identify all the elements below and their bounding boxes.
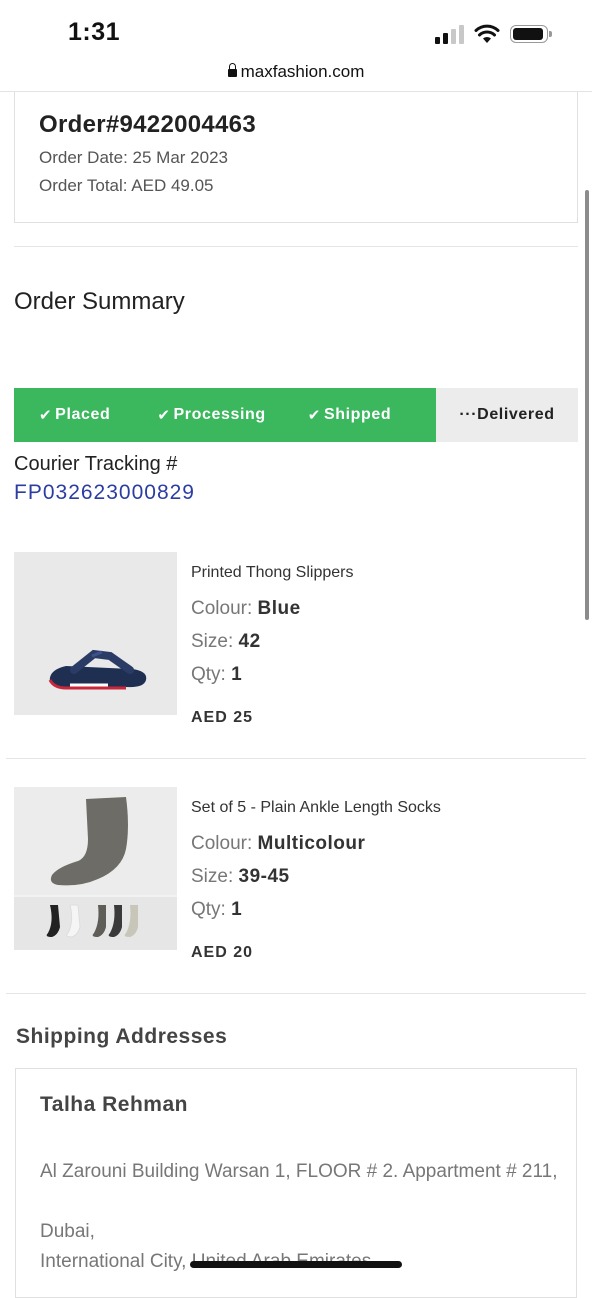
product-image-slippers[interactable] [14, 552, 177, 715]
home-indicator[interactable] [190, 1261, 402, 1268]
status-bar: 1:31 [0, 0, 592, 62]
step-placed: ✔ Placed [39, 406, 111, 424]
step-shipped: ✔ Shipped [307, 406, 392, 424]
product-size: Size: 39-45 [191, 866, 290, 887]
recipient-name: Talha Rehman [40, 1093, 188, 1116]
order-card: Order#9422004463 Order Date: 25 Mar 2023… [14, 92, 578, 223]
progress-completed-steps: ✔ Placed ✔ Processing ✔ Shipped [14, 388, 436, 442]
slipper-image [48, 649, 147, 690]
tracking-label: Courier Tracking # [14, 453, 178, 475]
step-processing: ✔ Processing [157, 406, 266, 424]
page-scrollbar[interactable] [585, 190, 589, 620]
product-name[interactable]: Printed Thong Slippers [191, 564, 353, 582]
address-bar[interactable]: maxfashion.com [0, 62, 592, 92]
product-name[interactable]: Set of 5 - Plain Ankle Length Socks [191, 799, 441, 817]
product-qty: Qty: 1 [191, 664, 243, 685]
divider [6, 758, 586, 759]
product-size: Size: 42 [191, 631, 261, 652]
socks-image [14, 787, 177, 950]
check-icon: ✔ [157, 407, 171, 424]
order-date: Order Date: 25 Mar 2023 [39, 148, 228, 167]
status-icons [435, 24, 552, 44]
divider [14, 246, 578, 247]
product-price: AED 25 [191, 709, 254, 726]
address-line-1: Al Zarouni Building Warsan 1, FLOOR # 2.… [40, 1161, 558, 1182]
address-line-2: Dubai, [40, 1221, 95, 1242]
order-number: Order#9422004463 [39, 111, 256, 138]
cellular-signal-icon [435, 24, 464, 44]
product-qty: Qty: 1 [191, 899, 243, 920]
status-time: 1:31 [68, 18, 121, 46]
order-progress-tracker: ✔ Placed ✔ Processing ✔ Shipped ···Delivere… [14, 388, 578, 442]
shipping-addresses-title: Shipping Addresses [16, 1025, 228, 1048]
lock-icon [227, 63, 237, 77]
product-price: AED 20 [191, 944, 254, 961]
battery-icon [510, 25, 552, 43]
check-icon: ✔ [39, 407, 53, 424]
wifi-icon [474, 24, 500, 43]
order-total: Order Total: AED 49.05 [39, 176, 214, 195]
product-colour: Colour: Multicolour [191, 833, 366, 854]
tracking-number-link[interactable]: FP032623000829 [14, 481, 195, 505]
product-image-socks[interactable] [14, 787, 177, 950]
check-icon: ✔ [307, 407, 321, 424]
url-text: maxfashion.com [240, 62, 365, 81]
step-delivered: ···Delivered [436, 388, 578, 442]
divider [6, 993, 586, 994]
product-colour: Colour: Blue [191, 598, 301, 619]
order-summary-title: Order Summary [14, 288, 185, 315]
